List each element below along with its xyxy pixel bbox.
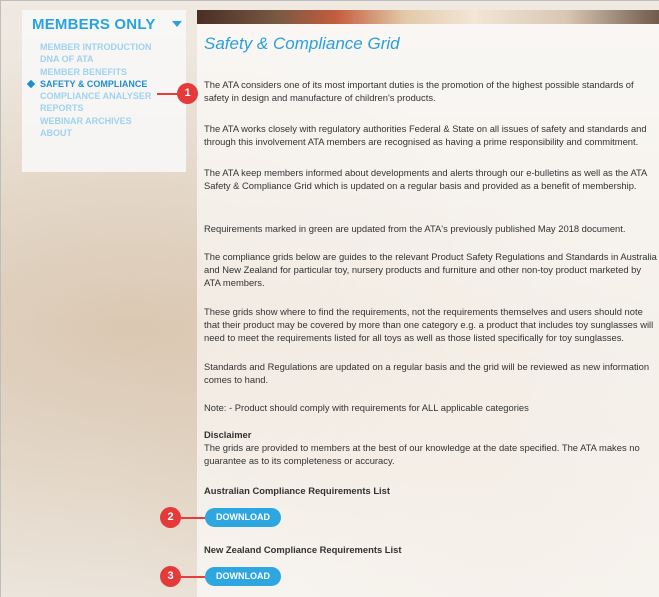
- frame-top-border: [0, 0, 659, 1]
- sidebar-header[interactable]: MEMBERS ONLY: [32, 16, 182, 34]
- sidebar-item-about[interactable]: ABOUT: [40, 127, 152, 139]
- paragraph-grid-usage: These grids show where to find the requi…: [204, 306, 654, 343]
- callout-1-badge: 1: [177, 83, 198, 104]
- sidebar-item-label: SAFETY & COMPLIANCE: [40, 78, 148, 89]
- sidebar-title: MEMBERS ONLY: [32, 16, 156, 33]
- download-new-zealand-button[interactable]: DOWNLOAD: [205, 567, 281, 586]
- disclaimer-heading: Disclaimer: [204, 429, 252, 440]
- sidebar-menu: MEMBER INTRODUCTION DNA OF ATA MEMBER BE…: [26, 41, 152, 139]
- members-sidebar: MEMBERS ONLY MEMBER INTRODUCTION DNA OF …: [22, 10, 186, 172]
- sidebar-item-member-benefits[interactable]: MEMBER BENEFITS: [40, 66, 152, 78]
- sidebar-item-webinar-archives[interactable]: WEBINAR ARCHIVES: [40, 115, 152, 127]
- chevron-down-icon[interactable]: [172, 21, 182, 27]
- callout-1-line: [157, 93, 179, 95]
- paragraph-green-note: Requirements marked in green are updated…: [204, 223, 626, 234]
- sidebar-item-dna-of-ata[interactable]: DNA OF ATA: [40, 53, 152, 65]
- sidebar-item-safety-compliance[interactable]: SAFETY & COMPLIANCE: [26, 78, 152, 90]
- paragraph-updates: Standards and Regulations are updated on…: [204, 361, 650, 385]
- page-title: Safety & Compliance Grid: [204, 34, 400, 53]
- sidebar-item-member-introduction[interactable]: MEMBER INTRODUCTION: [40, 41, 152, 53]
- sidebar-item-compliance-analyser[interactable]: COMPLIANCE ANALYSER: [40, 90, 152, 102]
- download-australian-button[interactable]: DOWNLOAD: [205, 508, 281, 527]
- disclaimer-text: The grids are provided to members at the…: [204, 442, 640, 466]
- paragraph-regulators: The ATA works closely with regulatory au…: [204, 123, 647, 147]
- paragraph-intro: The ATA considers one of its most import…: [204, 79, 634, 103]
- callout-2-badge: 2: [160, 507, 181, 528]
- paragraph-compliance-grids: The compliance grids below are guides to…: [204, 251, 657, 288]
- australian-list-heading: Australian Compliance Requirements List: [204, 485, 390, 496]
- callout-3-badge: 3: [160, 566, 181, 587]
- frame-left-border: [0, 0, 1, 597]
- active-item-marker-icon: [26, 79, 36, 89]
- header-banner-image: [197, 10, 659, 24]
- paragraph-bulletins: The ATA keep members informed about deve…: [204, 167, 647, 191]
- sidebar-item-reports[interactable]: REPORTS: [40, 102, 152, 114]
- new-zealand-list-heading: New Zealand Compliance Requirements List: [204, 544, 402, 555]
- paragraph-note: Note: - Product should comply with requi…: [204, 402, 529, 413]
